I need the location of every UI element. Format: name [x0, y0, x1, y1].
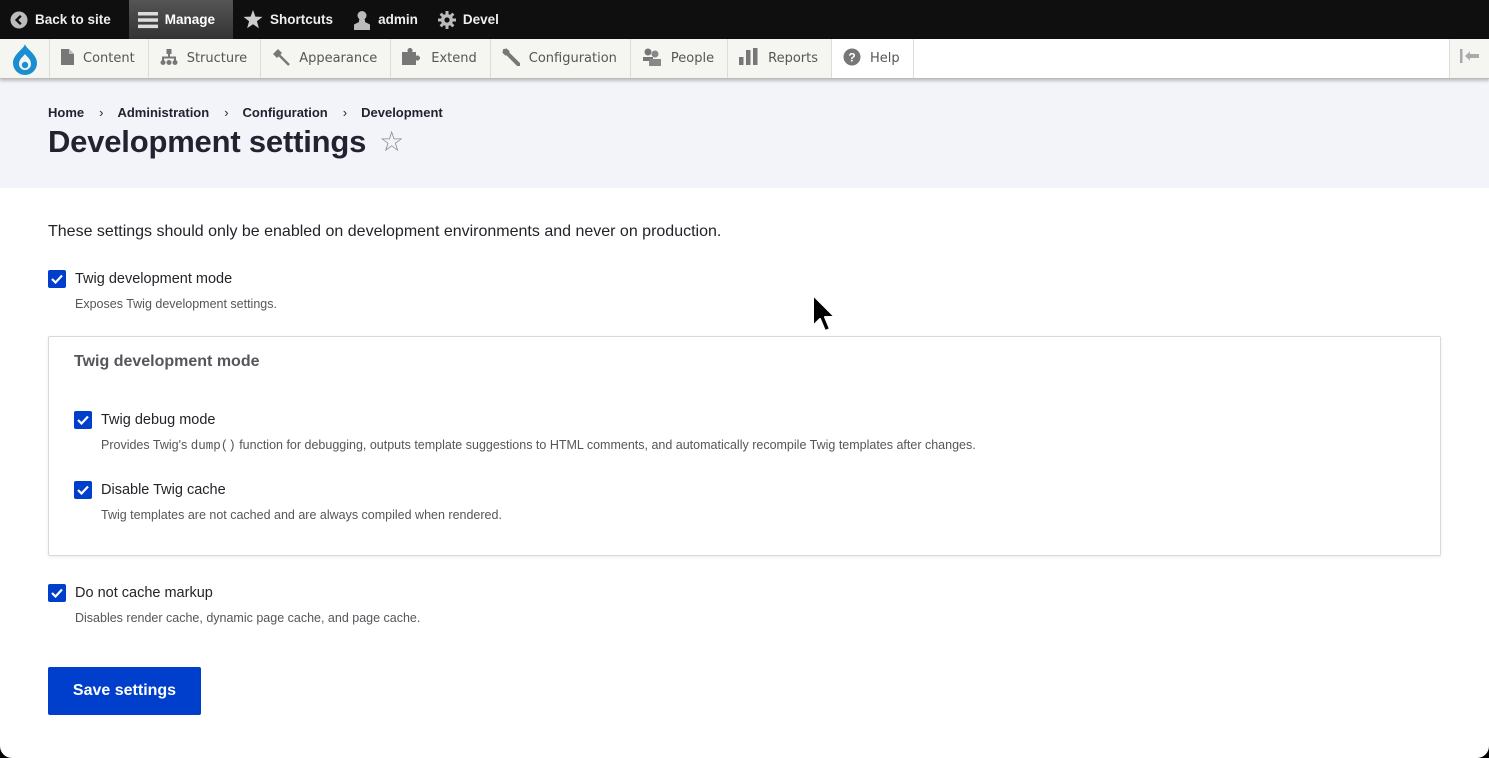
collapse-tray-button[interactable] — [1449, 39, 1489, 78]
back-to-site-label: Back to site — [35, 12, 111, 27]
add-shortcut-star-icon[interactable]: ☆ — [379, 128, 404, 156]
back-to-site-link[interactable]: Back to site — [0, 0, 129, 39]
tray-item-label: Reports — [768, 51, 818, 66]
tray-item-configuration[interactable]: Configuration — [491, 39, 631, 78]
file-icon — [61, 48, 74, 69]
tray-item-label: People — [670, 51, 715, 66]
hamburger-menu-icon — [137, 11, 158, 29]
mouse-cursor-icon — [811, 294, 839, 343]
twig-development-mode-description: Exposes Twig development settings. — [75, 297, 277, 311]
twig-debug-item: Twig debug mode Provides Twig's dump() f… — [74, 411, 1415, 453]
svg-text:?: ? — [848, 50, 855, 64]
user-tab[interactable]: admin — [343, 0, 428, 39]
paintbrush-icon — [272, 48, 291, 70]
admin-tray: Content Structure Appearance Extend Conf… — [0, 39, 1489, 79]
help-icon: ? — [843, 48, 861, 70]
tray-item-label: Structure — [186, 51, 248, 66]
twig-development-fieldset: Twig development mode Twig debug mode Pr… — [48, 336, 1441, 556]
manage-label: Manage — [164, 12, 216, 27]
devel-tab[interactable]: Devel — [428, 0, 509, 39]
breadcrumb-configuration[interactable]: Configuration — [243, 105, 328, 120]
twig-debug-label[interactable]: Twig debug mode — [101, 412, 215, 428]
drupal-logo[interactable] — [0, 39, 50, 78]
breadcrumb-home[interactable]: Home — [48, 105, 84, 120]
star-icon — [243, 10, 263, 29]
tray-item-label: Help — [870, 51, 900, 66]
twig-debug-checkbox[interactable] — [74, 411, 92, 429]
no-cache-markup-description: Disables render cache, dynamic page cach… — [75, 611, 421, 625]
back-arrow-circle-icon — [10, 11, 28, 29]
tray-item-people[interactable]: People — [631, 39, 729, 78]
no-cache-markup-label[interactable]: Do not cache markup — [75, 585, 213, 601]
disable-twig-cache-checkbox[interactable] — [74, 481, 92, 499]
fieldset-legend: Twig development mode — [74, 353, 260, 370]
page-title: Development settings — [48, 124, 367, 159]
twig-development-mode-item: Twig development mode Exposes Twig devel… — [48, 270, 1441, 311]
tray-item-content[interactable]: Content — [50, 39, 149, 78]
puzzle-icon — [402, 48, 422, 69]
desc-text: function for debugging, outputs template… — [235, 438, 976, 452]
main-content: These settings should only be enabled on… — [0, 188, 1489, 715]
disable-twig-cache-description: Twig templates are not cached and are al… — [101, 508, 502, 522]
bar-chart-icon — [739, 48, 759, 69]
twig-cache-item: Disable Twig cache Twig templates are no… — [74, 481, 1415, 522]
save-settings-button[interactable]: Save settings — [48, 667, 201, 715]
tray-item-structure[interactable]: Structure — [149, 39, 262, 78]
sitemap-icon — [160, 48, 178, 69]
user-icon — [353, 10, 371, 30]
breadcrumb-administration[interactable]: Administration — [117, 105, 209, 120]
tray-spacer — [913, 39, 1449, 78]
tray-item-label: Extend — [431, 51, 477, 66]
no-cache-markup-checkbox[interactable] — [48, 584, 66, 602]
breadcrumb-separator: › — [99, 105, 104, 120]
gear-icon — [437, 10, 456, 29]
breadcrumb-separator: › — [342, 105, 348, 120]
manage-tab[interactable]: Manage — [128, 0, 234, 39]
tray-item-reports[interactable]: Reports — [728, 39, 832, 78]
wrench-icon — [502, 47, 521, 70]
breadcrumb: Home › Administration › Configuration › … — [48, 105, 1441, 120]
shortcuts-tab[interactable]: Shortcuts — [233, 0, 343, 39]
intro-text: These settings should only be enabled on… — [48, 223, 722, 240]
tray-item-label: Configuration — [528, 51, 617, 66]
tray-item-extend[interactable]: Extend — [391, 39, 491, 78]
people-icon — [642, 48, 662, 70]
twig-debug-description: Provides Twig's dump() function for debu… — [101, 438, 1415, 453]
no-cache-markup-item: Do not cache markup Disables render cach… — [48, 584, 1441, 625]
title-row: Development settings ☆ — [48, 124, 1441, 160]
devel-label: Devel — [462, 12, 499, 27]
twig-development-mode-label[interactable]: Twig development mode — [75, 271, 232, 287]
page-header: Home › Administration › Configuration › … — [0, 79, 1489, 188]
user-label: admin — [378, 12, 418, 27]
browser-window: Back to site Manage Shortcuts admin Deve… — [0, 0, 1489, 758]
collapse-tray-icon — [1459, 49, 1480, 68]
breadcrumb-development[interactable]: Development — [361, 105, 443, 120]
tray-item-help[interactable]: ? Help — [832, 39, 914, 78]
tray-item-appearance[interactable]: Appearance — [261, 39, 392, 78]
tray-item-label: Content — [83, 51, 135, 66]
breadcrumb-separator: › — [224, 105, 229, 120]
admin-toolbar: Back to site Manage Shortcuts admin Deve… — [0, 0, 1489, 39]
dump-code: dump() — [190, 439, 236, 453]
shortcuts-label: Shortcuts — [270, 12, 334, 27]
twig-development-mode-checkbox[interactable] — [48, 270, 66, 288]
tray-item-label: Appearance — [299, 51, 378, 66]
disable-twig-cache-label[interactable]: Disable Twig cache — [101, 482, 226, 498]
desc-text: Provides Twig's — [101, 438, 191, 452]
